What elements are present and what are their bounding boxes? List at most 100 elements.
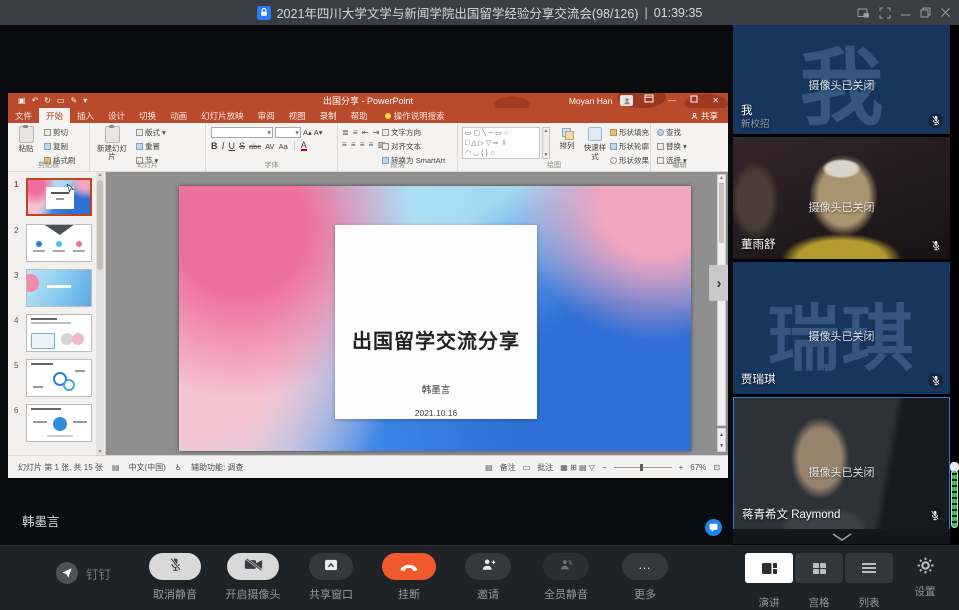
shape-gallery-scroll[interactable]: ▲▼ [542,127,550,159]
grid-view-button[interactable] [795,553,843,583]
tellme-search[interactable]: 操作说明搜索 [385,108,445,123]
more-button[interactable]: … 更多 [606,553,684,602]
proofing-icon[interactable]: ▤ [112,463,120,472]
bold-button[interactable]: B [211,141,218,151]
tab-record[interactable]: 录制 [313,108,344,123]
prev-next-slide-buttons[interactable]: ▲▼ [717,428,726,452]
align-text-button[interactable]: 对齐文本 [382,141,445,152]
italic-button[interactable]: I [222,141,225,151]
pip-mode-icon[interactable] [857,7,870,19]
camera-on-button[interactable]: 开启摄像头 [214,553,292,602]
grow-font-button[interactable]: A▴ [303,128,312,137]
strikethrough-button[interactable]: S [239,141,245,151]
language-status[interactable]: 中文(中国) [128,462,165,473]
ppt-minimize-icon[interactable]: — [665,93,679,108]
shrink-font-button[interactable]: A▾ [314,128,323,137]
change-case-button[interactable]: Aa [279,142,288,151]
invite-button[interactable]: 邀请 [449,553,527,602]
participant-tile-3[interactable]: 瑞琪 摄像头已关闭 贾瑞琪 [733,262,950,394]
tab-animations[interactable]: 动画 [163,108,194,123]
close-icon[interactable] [940,7,951,18]
accessibility-status[interactable]: 辅助功能: 调查 [191,462,243,473]
share-window-button[interactable]: 共享窗口 [292,553,370,602]
participant-tile-2[interactable]: 摄像头已关闭 董雨舒 [733,137,950,259]
more-participants-button[interactable] [733,529,950,544]
paste-button[interactable]: 粘贴 [12,126,40,153]
chat-icon[interactable] [705,519,722,536]
settings-button[interactable]: 设置 [912,557,938,599]
slide-thumbnail-6[interactable]: 6 [12,404,104,448]
ribbon-options-icon[interactable] [641,93,657,108]
undo-icon[interactable]: ↶ [32,96,39,105]
share-button[interactable]: 共享 [691,108,718,123]
mute-all-button[interactable]: 全员静音 [527,553,605,602]
underline-button[interactable]: U [229,141,236,151]
slide-thumbnail-4[interactable]: 4 [12,314,104,358]
dingtalk-brand: 钉钉 [56,562,111,584]
reset-button[interactable]: 重置 [136,141,166,152]
fullscreen-icon[interactable] [879,7,891,19]
scrollbar-thumb[interactable] [97,180,103,270]
tab-view[interactable]: 视图 [282,108,313,123]
zoom-level[interactable]: 67% [690,463,706,472]
cut-button[interactable]: 剪切 [44,127,76,138]
view-shortcuts[interactable]: ▦ ⊞ ▤ ▽ [560,463,595,472]
unmute-button[interactable]: 取消静音 [136,553,214,602]
slide-thumbnail-3[interactable]: 3 [12,269,104,313]
tab-design[interactable]: 设计 [101,108,132,123]
comments-toggle[interactable]: 批注 [537,462,553,473]
next-page-overlay-button[interactable]: › [709,265,728,301]
zoom-slider[interactable] [614,467,672,468]
speaker-view-button[interactable] [745,553,793,583]
thumbnail-scrollbar[interactable]: ▲ ▼ [96,172,104,455]
tab-home[interactable]: 开始 [39,108,70,123]
tab-file[interactable]: 文件 [8,108,39,123]
zoom-in-button[interactable]: + [679,463,684,472]
fit-slide-icon[interactable]: ⊡ [713,463,720,472]
arrange-button[interactable]: 排列 [553,127,581,150]
save-icon[interactable]: ▣ [18,96,26,105]
zoom-out-button[interactable]: − [602,463,607,472]
ppt-close-icon[interactable]: ✕ [709,93,722,108]
copy-button[interactable]: 复制 [44,141,76,152]
tab-help[interactable]: 帮助 [344,108,375,123]
clear-formatting-button[interactable]: abc [249,142,261,151]
font-name-combo[interactable]: ▾ [211,127,273,138]
ppt-maximize-icon[interactable] [687,93,701,108]
tab-slideshow[interactable]: 幻灯片放映 [194,108,251,123]
character-spacing-button[interactable]: AV [265,142,274,151]
hang-up-button[interactable]: 挂断 [370,553,448,602]
dingtalk-meeting-window: { "meeting": { "title": "2021年四川大学文学与新闻学… [0,0,959,610]
slide-thumbnail-5[interactable]: 5 [12,359,104,403]
minimize-icon[interactable] [900,7,911,18]
font-color-button[interactable]: A [301,141,307,151]
slide-scrollbar-thumb[interactable] [719,183,724,243]
participant-tile-4-active[interactable]: 摄像头已关闭 蒋青希文 Raymond [733,397,950,530]
pen-icon[interactable]: ✎ [71,96,78,105]
list-view-button[interactable] [845,553,893,583]
find-button[interactable]: 查找 [657,127,687,138]
slideshow-icon[interactable]: ▭ [57,96,65,105]
tab-insert[interactable]: 插入 [70,108,101,123]
notes-toggle[interactable]: 备注 [500,462,516,473]
slide-thumbnail-2[interactable]: 2 [12,224,104,268]
slide-thumbnail-1[interactable]: 1 [12,178,104,222]
shape-fill-icon [610,129,617,136]
restore-icon[interactable] [920,7,931,18]
new-slide-button[interactable]: 新建幻灯片 [96,126,128,161]
text-direction-button[interactable]: 文字方向 [382,127,445,138]
participant-tile-me[interactable]: 我 摄像头已关闭 我 新校招 [733,25,950,134]
zoom-slider-knob[interactable] [640,464,643,471]
avatar[interactable] [620,95,633,106]
redo-icon[interactable]: ↻ [44,96,51,105]
tab-review[interactable]: 审阅 [251,108,282,123]
quick-styles-button[interactable]: 快速样式 [581,127,609,161]
font-size-combo[interactable]: ▾ [275,127,301,138]
layout-button[interactable]: 版式▾ [136,127,166,138]
shape-gallery[interactable]: ▭ ▢ ╲ ─ ▭ ○ □ △ ▷ ▽ ⇨ ⇩ ◠ ◡ ( ) ☆ [462,127,540,159]
shape-fill-button[interactable]: 形状填充 [610,127,649,138]
shape-outline-button[interactable]: 形状轮廓 [610,141,649,152]
replace-button[interactable]: 替换▾ [657,141,687,152]
tab-transitions[interactable]: 切换 [132,108,163,123]
qat-dropdown-icon[interactable]: ▾ [83,96,87,105]
